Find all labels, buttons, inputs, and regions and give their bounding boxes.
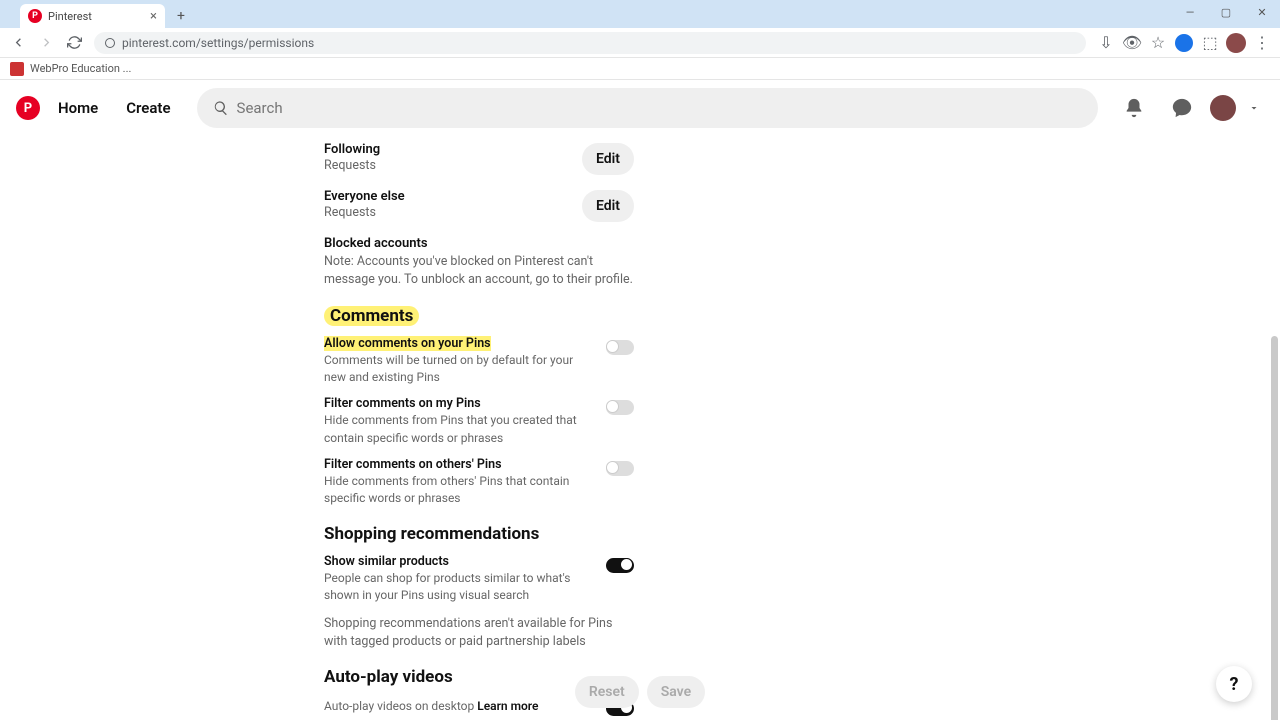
- pinterest-logo[interactable]: P: [16, 96, 40, 120]
- filter-mine-desc: Hide comments from Pins that you created…: [324, 412, 596, 447]
- everyone-sub: Requests: [324, 204, 572, 222]
- following-title: Following: [324, 142, 572, 157]
- similar-title: Show similar products: [324, 554, 596, 569]
- edit-following-button[interactable]: Edit: [582, 143, 634, 175]
- extensions-icon[interactable]: ⬚: [1198, 31, 1222, 55]
- user-avatar[interactable]: [1210, 95, 1236, 121]
- browser-titlebar: P Pinterest × + — ▢ ✕: [0, 0, 1280, 28]
- blocked-note: Note: Accounts you've blocked on Pintere…: [324, 253, 634, 289]
- search-placeholder: Search: [237, 99, 283, 117]
- url-text: pinterest.com/settings/permissions: [122, 36, 314, 50]
- settings-content: Following Requests Edit Everyone else Re…: [0, 136, 1280, 720]
- star-icon[interactable]: ☆: [1146, 31, 1170, 55]
- allow-comments-desc: Comments will be turned on by default fo…: [324, 352, 596, 387]
- nav-create[interactable]: Create: [116, 88, 180, 128]
- comments-heading: Comments: [324, 306, 634, 326]
- filter-others-title: Filter comments on others' Pins: [324, 457, 596, 472]
- minimize-icon[interactable]: —: [1172, 0, 1208, 24]
- save-button[interactable]: Save: [647, 676, 705, 708]
- browser-toolbar: pinterest.com/settings/permissions ⇩ 👁 ☆…: [0, 28, 1280, 58]
- messages-icon[interactable]: [1162, 88, 1202, 128]
- tab-title: Pinterest: [48, 10, 92, 23]
- reset-button[interactable]: Reset: [575, 676, 639, 708]
- highlight-marker: Comments: [324, 306, 419, 326]
- scrollbar[interactable]: [1271, 336, 1278, 720]
- browser-tab[interactable]: P Pinterest ×: [20, 4, 165, 28]
- pinterest-favicon: P: [28, 9, 42, 23]
- filter-others-toggle[interactable]: [606, 461, 634, 476]
- filter-mine-toggle[interactable]: [606, 400, 634, 415]
- back-icon[interactable]: [6, 31, 30, 55]
- maximize-icon[interactable]: ▢: [1208, 0, 1244, 24]
- bookmark-favicon: [10, 62, 24, 76]
- everyone-title: Everyone else: [324, 189, 572, 204]
- similar-products-toggle[interactable]: [606, 558, 634, 573]
- nav-home[interactable]: Home: [48, 88, 108, 128]
- shopping-note: Shopping recommendations aren't availabl…: [324, 615, 634, 651]
- allow-comments-toggle[interactable]: [606, 340, 634, 355]
- allow-comments-title: Allow comments on your Pins: [324, 336, 596, 351]
- close-icon[interactable]: ×: [150, 9, 157, 24]
- search-icon: [213, 100, 229, 116]
- eye-icon[interactable]: 👁: [1120, 31, 1144, 55]
- similar-desc: People can shop for products similar to …: [324, 570, 596, 605]
- edit-everyone-button[interactable]: Edit: [582, 190, 634, 222]
- footer-actions: Reset Save: [0, 676, 1280, 708]
- forward-icon[interactable]: [34, 31, 58, 55]
- filter-mine-title: Filter comments on my Pins: [324, 396, 596, 411]
- profile-avatar[interactable]: [1224, 31, 1248, 55]
- following-sub: Requests: [324, 157, 572, 175]
- help-button[interactable]: ?: [1216, 666, 1252, 702]
- shopping-heading: Shopping recommendations: [324, 524, 634, 544]
- close-window-icon[interactable]: ✕: [1244, 0, 1280, 24]
- search-bar[interactable]: Search: [197, 88, 1098, 128]
- filter-others-desc: Hide comments from others' Pins that con…: [324, 473, 596, 508]
- extension-blue-icon[interactable]: [1172, 31, 1196, 55]
- reload-icon[interactable]: [62, 31, 86, 55]
- url-bar[interactable]: pinterest.com/settings/permissions: [94, 32, 1086, 54]
- bookmarks-bar: WebPro Education ...: [0, 58, 1280, 80]
- notifications-icon[interactable]: [1114, 88, 1154, 128]
- new-tab-button[interactable]: +: [171, 6, 191, 26]
- install-icon[interactable]: ⇩: [1094, 31, 1118, 55]
- chevron-down-icon[interactable]: [1244, 88, 1264, 128]
- blocked-title: Blocked accounts: [324, 236, 634, 251]
- menu-icon[interactable]: ⋮: [1250, 31, 1274, 55]
- bookmark-item[interactable]: WebPro Education ...: [30, 62, 131, 75]
- pinterest-header: P Home Create Search: [0, 80, 1280, 136]
